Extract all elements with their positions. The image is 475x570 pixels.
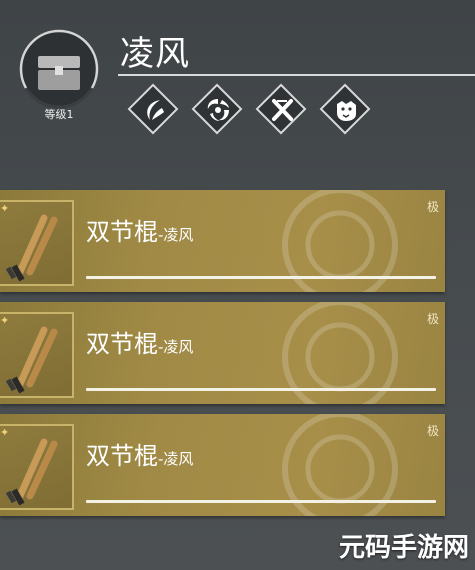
item-thumbnail xyxy=(0,424,74,510)
rank-badge: 极 xyxy=(426,312,439,326)
level-emblem[interactable]: 等级1 xyxy=(18,28,100,121)
star-icon: ✦ xyxy=(0,202,10,215)
chest-icon xyxy=(38,56,80,90)
whirlwind-icon xyxy=(207,99,229,121)
character-title: 凌风 xyxy=(120,34,190,74)
rank-badge: 极 xyxy=(426,200,439,214)
skill-slot-2[interactable] xyxy=(191,83,244,136)
skill-slot-1[interactable] xyxy=(127,83,180,136)
rank-badge: 极 xyxy=(426,424,439,438)
skill-slot-4[interactable] xyxy=(319,83,372,136)
item-card[interactable]: ✦ 双节棍-凌风 极 xyxy=(0,302,445,404)
nunchaku-icon xyxy=(5,326,58,394)
item-card[interactable]: ✦ 双节棍-凌风 极 xyxy=(0,190,445,292)
progress-bar xyxy=(86,500,436,503)
crescent-slash-icon xyxy=(147,100,164,120)
item-card[interactable]: ✦ 双节棍-凌风 极 xyxy=(0,414,445,516)
nunchaku-icon xyxy=(5,438,58,506)
progress-bar xyxy=(86,388,436,391)
item-name: 双节棍-凌风 xyxy=(86,330,194,358)
site-watermark: 元码手游网 xyxy=(338,533,469,563)
skill-slot-3[interactable] xyxy=(255,83,308,136)
tiger-head-icon xyxy=(337,101,356,121)
item-name: 双节棍-凌风 xyxy=(86,218,194,246)
item-thumbnail xyxy=(0,312,74,398)
progress-bar xyxy=(86,276,436,279)
item-name: 双节棍-凌风 xyxy=(86,442,194,470)
cross-strike-icon xyxy=(272,99,293,121)
level-label: 等级1 xyxy=(44,108,74,121)
item-thumbnail xyxy=(0,200,74,286)
star-icon: ✦ xyxy=(0,314,10,327)
nunchaku-icon xyxy=(5,214,58,282)
title-divider xyxy=(118,74,475,76)
star-icon: ✦ xyxy=(0,426,10,439)
